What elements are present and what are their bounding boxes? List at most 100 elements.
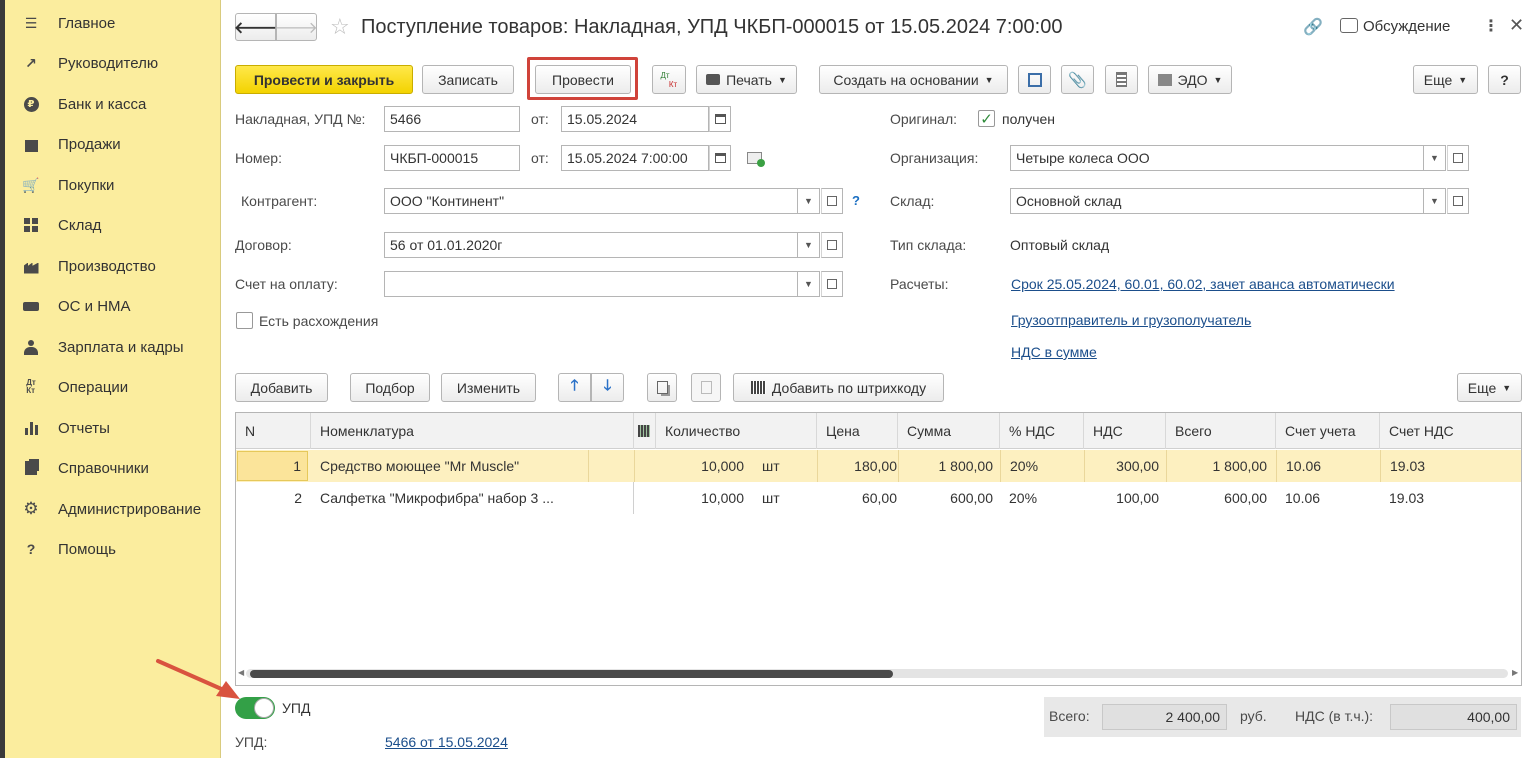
calendar-button[interactable] bbox=[709, 106, 731, 132]
vat-in-sum-link[interactable]: НДС в сумме bbox=[1011, 344, 1097, 360]
cell-vat-account[interactable]: 19.03 bbox=[1380, 482, 1521, 514]
warehouse-dropdown-button[interactable]: ▼ bbox=[1424, 188, 1446, 214]
column-header-quantity[interactable]: Количество bbox=[656, 413, 817, 449]
cell-sum[interactable]: 1 800,00 bbox=[898, 450, 993, 482]
sidebar-item-production[interactable]: Производство bbox=[5, 246, 221, 286]
link-icon[interactable]: 🔗 bbox=[1303, 17, 1323, 37]
upd-link[interactable]: 5466 от 15.05.2024 bbox=[385, 734, 508, 750]
discussion-icon[interactable] bbox=[1340, 18, 1358, 33]
cell-unit[interactable]: шт bbox=[762, 482, 812, 514]
edit-button[interactable]: Изменить bbox=[441, 373, 536, 402]
cell-price[interactable]: 180,00 bbox=[817, 450, 897, 482]
cell-total[interactable]: 1 800,00 bbox=[1166, 450, 1267, 482]
discrepancy-checkbox[interactable] bbox=[236, 312, 253, 329]
dt-kt-button[interactable]: Дт Кт bbox=[652, 65, 686, 94]
contractor-open-button[interactable] bbox=[821, 188, 843, 214]
cell-account[interactable]: 10.06 bbox=[1276, 482, 1380, 514]
help-hint-icon[interactable]: ? bbox=[852, 193, 860, 208]
cell-item[interactable]: Салфетка "Микрофибра" набор 3 ... bbox=[320, 482, 632, 514]
close-icon[interactable]: ✕ bbox=[1509, 15, 1524, 36]
sidebar-item-directories[interactable]: Справочники bbox=[5, 448, 221, 488]
edo-button[interactable]: ЭДО ▼ bbox=[1148, 65, 1232, 94]
date-status-icon[interactable] bbox=[747, 152, 765, 167]
payment-dropdown-button[interactable]: ▼ bbox=[798, 271, 820, 297]
cell-price[interactable]: 60,00 bbox=[817, 482, 897, 514]
contract-dropdown-button[interactable]: ▼ bbox=[798, 232, 820, 258]
column-header-vat-rate[interactable]: % НДС bbox=[1000, 413, 1084, 449]
sidebar-item-manager[interactable]: ↗ Руководителю bbox=[5, 43, 221, 83]
column-header-vat-account[interactable]: Счет НДС bbox=[1380, 413, 1521, 449]
shipper-consignee-link[interactable]: Грузоотправитель и грузополучатель bbox=[1011, 312, 1251, 328]
save-button[interactable]: Записать bbox=[422, 65, 514, 94]
column-header-barcode[interactable] bbox=[634, 413, 656, 449]
sidebar-item-administration[interactable]: ⚙ Администрирование bbox=[5, 489, 221, 529]
cell-vat[interactable]: 100,00 bbox=[1084, 482, 1159, 514]
sidebar-item-operations[interactable]: Дт Кт Операции bbox=[5, 367, 221, 407]
original-checkbox[interactable]: ✓ bbox=[978, 110, 995, 128]
pick-button[interactable]: Подбор bbox=[350, 373, 430, 402]
settlements-link[interactable]: Срок 25.05.2024, 60.01, 60.02, зачет ава… bbox=[1011, 276, 1395, 292]
post-and-close-button[interactable]: Провести и закрыть bbox=[235, 65, 413, 94]
contractor-dropdown-button[interactable]: ▼ bbox=[798, 188, 820, 214]
back-button[interactable]: 🡐 bbox=[234, 13, 277, 41]
copy-button[interactable] bbox=[647, 373, 677, 402]
organization-open-button[interactable] bbox=[1447, 145, 1469, 171]
cell-n[interactable]: 2 bbox=[236, 482, 308, 514]
more-vertical-icon[interactable]: ⋮ bbox=[1483, 16, 1499, 36]
cell-vat-rate[interactable]: 20% bbox=[1000, 450, 1084, 482]
column-header-item[interactable]: Номенклатура bbox=[311, 413, 634, 449]
forward-button[interactable]: 🡒 bbox=[275, 13, 318, 41]
sidebar-item-warehouse[interactable]: Склад bbox=[5, 205, 221, 245]
invoice-date-input[interactable]: 15.05.2024 bbox=[561, 106, 709, 132]
sidebar-item-salary[interactable]: Зарплата и кадры bbox=[5, 327, 221, 367]
contract-open-button[interactable] bbox=[821, 232, 843, 258]
cell-quantity[interactable]: 10,000 bbox=[656, 450, 744, 482]
contract-input[interactable]: 56 от 01.01.2020г bbox=[384, 232, 798, 258]
number-date-input[interactable]: 15.05.2024 7:00:00 bbox=[561, 145, 709, 171]
cell-item[interactable]: Средство моющее "Mr Muscle" bbox=[320, 450, 588, 482]
sidebar-item-main[interactable]: ☰ Главное bbox=[5, 3, 221, 43]
cell-account[interactable]: 10.06 bbox=[1276, 450, 1380, 482]
sidebar-item-help[interactable]: ? Помощь bbox=[5, 529, 221, 569]
table-more-button[interactable]: Еще ▼ bbox=[1457, 373, 1522, 402]
cell-total[interactable]: 600,00 bbox=[1166, 482, 1267, 514]
sidebar-item-reports[interactable]: Отчеты bbox=[5, 408, 221, 448]
column-header-price[interactable]: Цена bbox=[817, 413, 898, 449]
payment-invoice-input[interactable] bbox=[384, 271, 798, 297]
add-by-barcode-button[interactable]: Добавить по штрихкоду bbox=[733, 373, 944, 402]
more-button[interactable]: Еще ▼ bbox=[1413, 65, 1478, 94]
cell-unit[interactable]: шт bbox=[762, 450, 812, 482]
invoice-number-input[interactable]: 5466 bbox=[384, 106, 520, 132]
cell-n[interactable]: 1 bbox=[237, 451, 308, 481]
table-row[interactable]: 1 Средство моющее "Mr Muscle" 10,000 шт … bbox=[236, 450, 1521, 482]
column-header-vat[interactable]: НДС bbox=[1084, 413, 1166, 449]
sidebar-item-bank[interactable]: ₽ Банк и касса bbox=[5, 84, 221, 124]
create-based-on-button[interactable]: Создать на основании ▼ bbox=[819, 65, 1008, 94]
column-header-n[interactable]: N bbox=[236, 413, 311, 449]
warehouse-open-button[interactable] bbox=[1447, 188, 1469, 214]
structure-button[interactable] bbox=[1018, 65, 1051, 94]
journal-button[interactable] bbox=[1105, 65, 1138, 94]
sidebar-item-sales[interactable]: Продажи bbox=[5, 124, 221, 164]
cell-vat-rate[interactable]: 20% bbox=[1000, 482, 1084, 514]
cell-vat[interactable]: 300,00 bbox=[1084, 450, 1159, 482]
column-header-total[interactable]: Всего bbox=[1166, 413, 1276, 449]
cell-vat-account[interactable]: 19.03 bbox=[1380, 450, 1521, 482]
calendar-button[interactable] bbox=[709, 145, 731, 171]
add-row-button[interactable]: Добавить bbox=[235, 373, 328, 402]
attach-button[interactable]: 📎 bbox=[1061, 65, 1094, 94]
help-button[interactable]: ? bbox=[1488, 65, 1521, 94]
organization-dropdown-button[interactable]: ▼ bbox=[1424, 145, 1446, 171]
scroll-right-icon[interactable]: ▶ bbox=[1512, 668, 1518, 677]
move-down-button[interactable]: 🡓 bbox=[591, 373, 624, 402]
sidebar-item-fixed-assets[interactable]: ОС и НМА bbox=[5, 286, 221, 326]
discussion-link[interactable]: Обсуждение bbox=[1363, 18, 1450, 35]
warehouse-input[interactable]: Основной склад bbox=[1010, 188, 1424, 214]
cell-quantity[interactable]: 10,000 bbox=[656, 482, 744, 514]
cell-sum[interactable]: 600,00 bbox=[898, 482, 993, 514]
table-row[interactable]: 2 Салфетка "Микрофибра" набор 3 ... 10,0… bbox=[236, 482, 1521, 514]
column-header-sum[interactable]: Сумма bbox=[898, 413, 1000, 449]
organization-input[interactable]: Четыре колеса ООО bbox=[1010, 145, 1424, 171]
column-header-account[interactable]: Счет учета bbox=[1276, 413, 1380, 449]
payment-open-button[interactable] bbox=[821, 271, 843, 297]
